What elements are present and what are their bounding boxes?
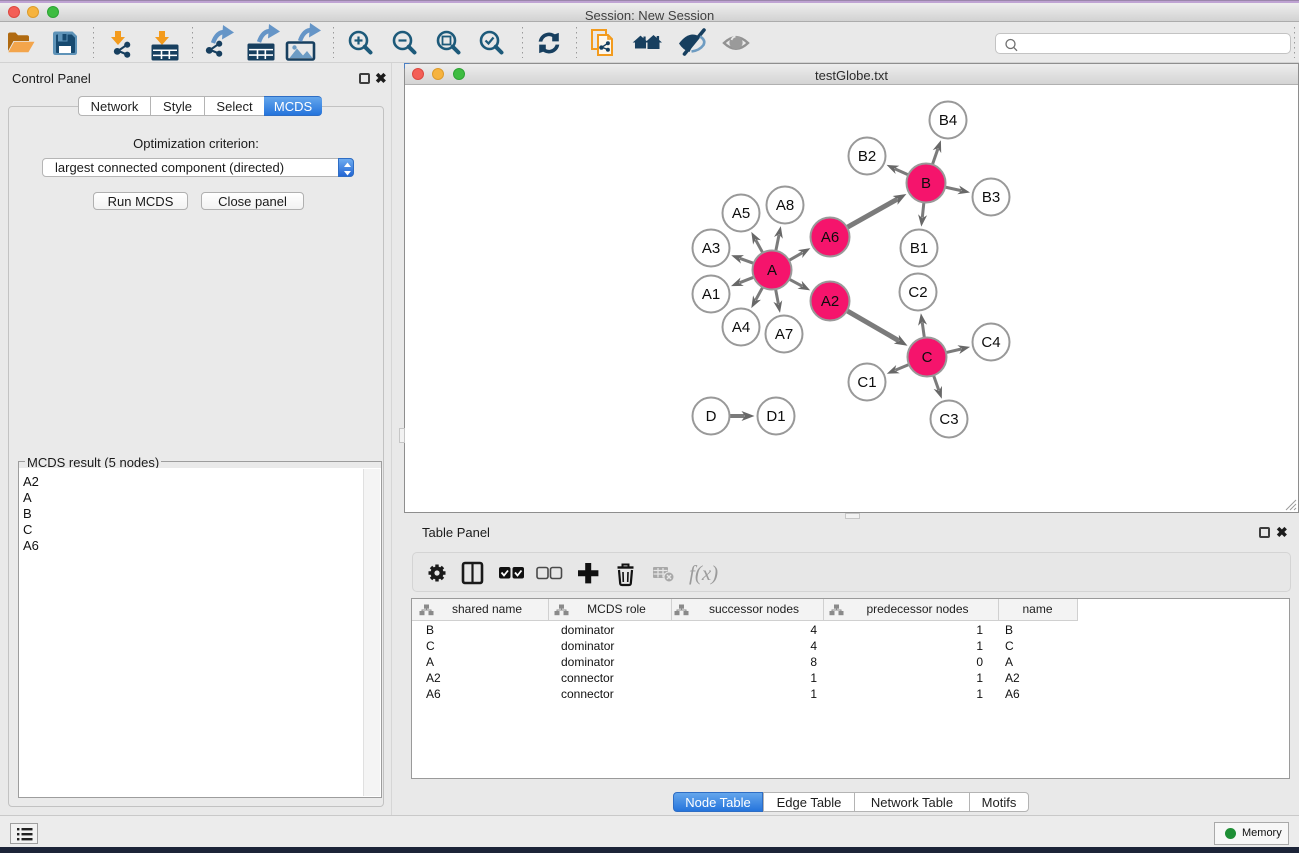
- svg-text:B2: B2: [858, 148, 876, 165]
- svg-text:C3: C3: [939, 411, 958, 428]
- svg-text:A6: A6: [821, 229, 839, 246]
- svg-text:A8: A8: [776, 197, 794, 214]
- svg-text:B: B: [921, 175, 931, 192]
- svg-text:C: C: [922, 349, 933, 366]
- svg-text:C2: C2: [908, 284, 927, 301]
- svg-text:A7: A7: [775, 326, 793, 343]
- svg-text:C4: C4: [981, 334, 1000, 351]
- svg-text:A1: A1: [702, 286, 720, 303]
- svg-text:D: D: [706, 408, 717, 425]
- svg-text:A: A: [767, 262, 777, 279]
- svg-text:A3: A3: [702, 240, 720, 257]
- svg-text:B1: B1: [910, 240, 928, 257]
- svg-text:B3: B3: [982, 189, 1000, 206]
- svg-text:A2: A2: [821, 293, 839, 310]
- svg-text:B4: B4: [939, 112, 957, 129]
- svg-text:D1: D1: [766, 408, 785, 425]
- svg-text:C1: C1: [857, 374, 876, 391]
- svg-text:A4: A4: [732, 319, 750, 336]
- svg-text:A5: A5: [732, 205, 750, 222]
- svg-text:f(x): f(x): [689, 561, 718, 585]
